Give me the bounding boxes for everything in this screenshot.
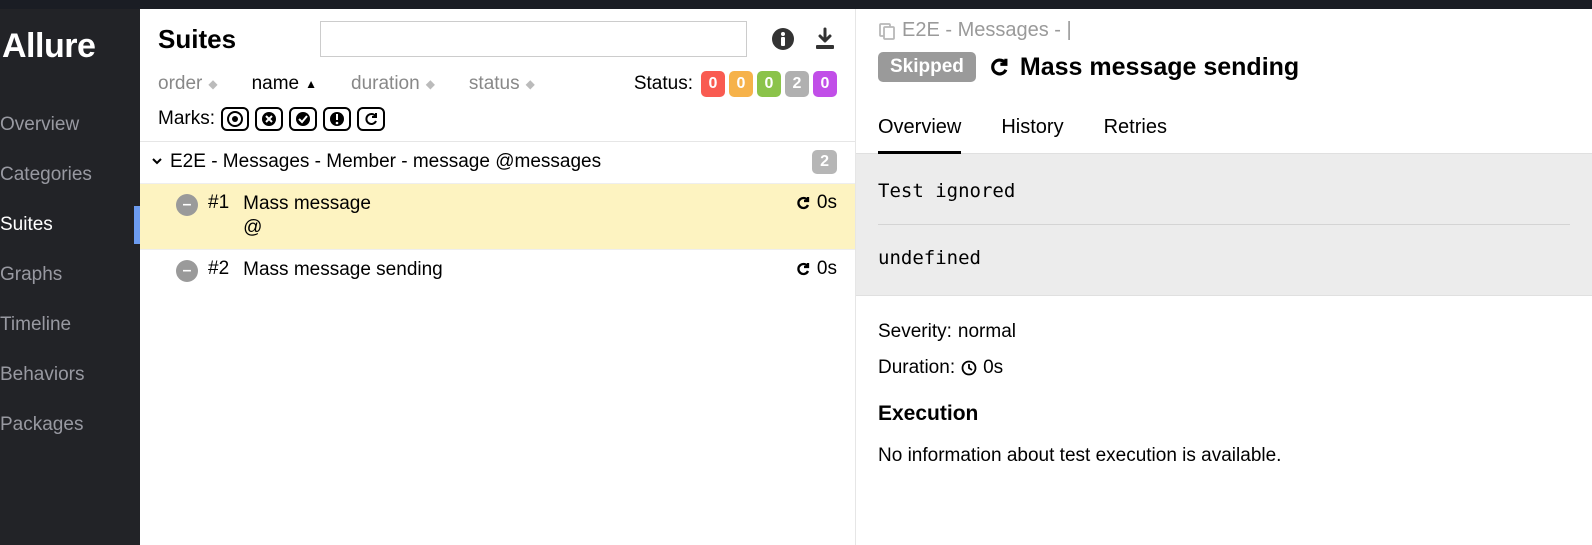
duration-line: Duration: 0s <box>878 350 1570 386</box>
group-count-badge: 2 <box>812 150 837 174</box>
sort-caret-icon: ◆ <box>208 77 217 91</box>
copy-icon[interactable] <box>878 22 896 40</box>
browser-chrome-strip <box>0 0 1592 9</box>
retry-icon <box>988 56 1010 78</box>
item-duration: 0s <box>795 258 837 280</box>
message-block: Test ignored undefined <box>856 154 1592 296</box>
execution-heading: Execution <box>878 394 1570 434</box>
sort-order[interactable]: order ◆ <box>158 73 218 95</box>
main-layout: Allure Overview Categories Suites Graphs… <box>0 9 1592 545</box>
nav-categories[interactable]: Categories <box>0 150 140 200</box>
retry-icon <box>795 195 811 211</box>
search-input[interactable] <box>320 21 747 57</box>
execution-message: No information about test execution is a… <box>878 438 1570 474</box>
mark-retries-icon[interactable] <box>357 107 385 131</box>
sort-duration[interactable]: duration ◆ <box>351 73 435 95</box>
sort-name[interactable]: name ▲ <box>252 73 317 95</box>
mark-new-failed-icon[interactable] <box>255 107 283 131</box>
group-title: E2E - Messages - Member - message @messa… <box>170 150 812 175</box>
test-item[interactable]: – #2 Mass message sending 0s <box>140 249 855 291</box>
marks-row: Marks: <box>140 103 855 142</box>
test-title-row: Skipped Mass message sending <box>878 52 1570 82</box>
sidebar: Allure Overview Categories Suites Graphs… <box>0 9 140 545</box>
test-tree: E2E - Messages - Member - message @messa… <box>140 142 855 291</box>
status-failed-pill[interactable]: 0 <box>701 71 725 97</box>
sort-caret-icon: ◆ <box>526 77 535 91</box>
tab-history[interactable]: History <box>1001 106 1063 154</box>
status-label: Status: <box>634 73 693 95</box>
status-passed-pill[interactable]: 0 <box>757 71 781 97</box>
suites-title: Suites <box>158 24 236 55</box>
item-number: #2 <box>208 258 229 280</box>
item-duration: 0s <box>795 192 837 214</box>
tab-retries[interactable]: Retries <box>1104 106 1167 154</box>
item-name: Mass message @ <box>243 192 795 241</box>
item-number: #1 <box>208 192 229 214</box>
mark-new-passed-icon[interactable] <box>289 107 317 131</box>
skipped-status-icon: – <box>176 260 198 282</box>
clock-icon <box>961 360 977 376</box>
sort-status[interactable]: status ◆ <box>469 73 535 95</box>
sort-row: order ◆ name ▲ duration ◆ status ◆ Statu… <box>140 67 855 103</box>
status-badge: Skipped <box>878 52 976 82</box>
suites-header: Suites <box>140 9 855 67</box>
download-icon[interactable] <box>813 27 837 51</box>
status-skipped-pill[interactable]: 2 <box>785 71 809 97</box>
tree-group[interactable]: E2E - Messages - Member - message @messa… <box>140 142 855 183</box>
tab-overview[interactable]: Overview <box>878 106 961 154</box>
sort-caret-icon: ▲ <box>305 77 317 91</box>
breadcrumb: E2E - Messages - | <box>878 19 1570 42</box>
mark-new-broken-icon[interactable] <box>323 107 351 131</box>
mark-flaky-icon[interactable] <box>221 107 249 131</box>
severity-line: Severity: normal <box>878 314 1570 350</box>
status-unknown-pill[interactable]: 0 <box>813 71 837 97</box>
item-name: Mass message sending <box>243 258 795 283</box>
suites-panel: Suites order ◆ name ▲ duration <box>140 9 856 545</box>
test-title: Mass message sending <box>988 53 1299 82</box>
chevron-down-icon <box>150 154 164 168</box>
nav-behaviors[interactable]: Behaviors <box>0 350 140 400</box>
test-details: Severity: normal Duration: 0s Execution … <box>856 296 1592 492</box>
details-header: E2E - Messages - | Skipped Mass message … <box>856 9 1592 106</box>
sort-caret-icon: ◆ <box>426 77 435 91</box>
header-actions <box>771 27 837 51</box>
detail-tabs: Overview History Retries <box>856 106 1592 154</box>
brand-logo: Allure <box>0 9 140 90</box>
details-panel: E2E - Messages - | Skipped Mass message … <box>856 9 1592 545</box>
info-icon[interactable] <box>771 27 795 51</box>
marks-label: Marks: <box>158 108 215 130</box>
test-message: Test ignored <box>878 180 1570 202</box>
nav-packages[interactable]: Packages <box>0 400 140 450</box>
nav-graphs[interactable]: Graphs <box>0 250 140 300</box>
status-broken-pill[interactable]: 0 <box>729 71 753 97</box>
skipped-status-icon: – <box>176 194 198 216</box>
nav-suites[interactable]: Suites <box>0 200 140 250</box>
test-trace: undefined <box>878 247 1570 269</box>
nav-timeline[interactable]: Timeline <box>0 300 140 350</box>
test-item[interactable]: – #1 Mass message @ 0s <box>140 183 855 249</box>
status-filter: Status: 0 0 0 2 0 <box>634 71 837 97</box>
nav-list: Overview Categories Suites Graphs Timeli… <box>0 100 140 450</box>
nav-overview[interactable]: Overview <box>0 100 140 150</box>
retry-icon <box>795 261 811 277</box>
